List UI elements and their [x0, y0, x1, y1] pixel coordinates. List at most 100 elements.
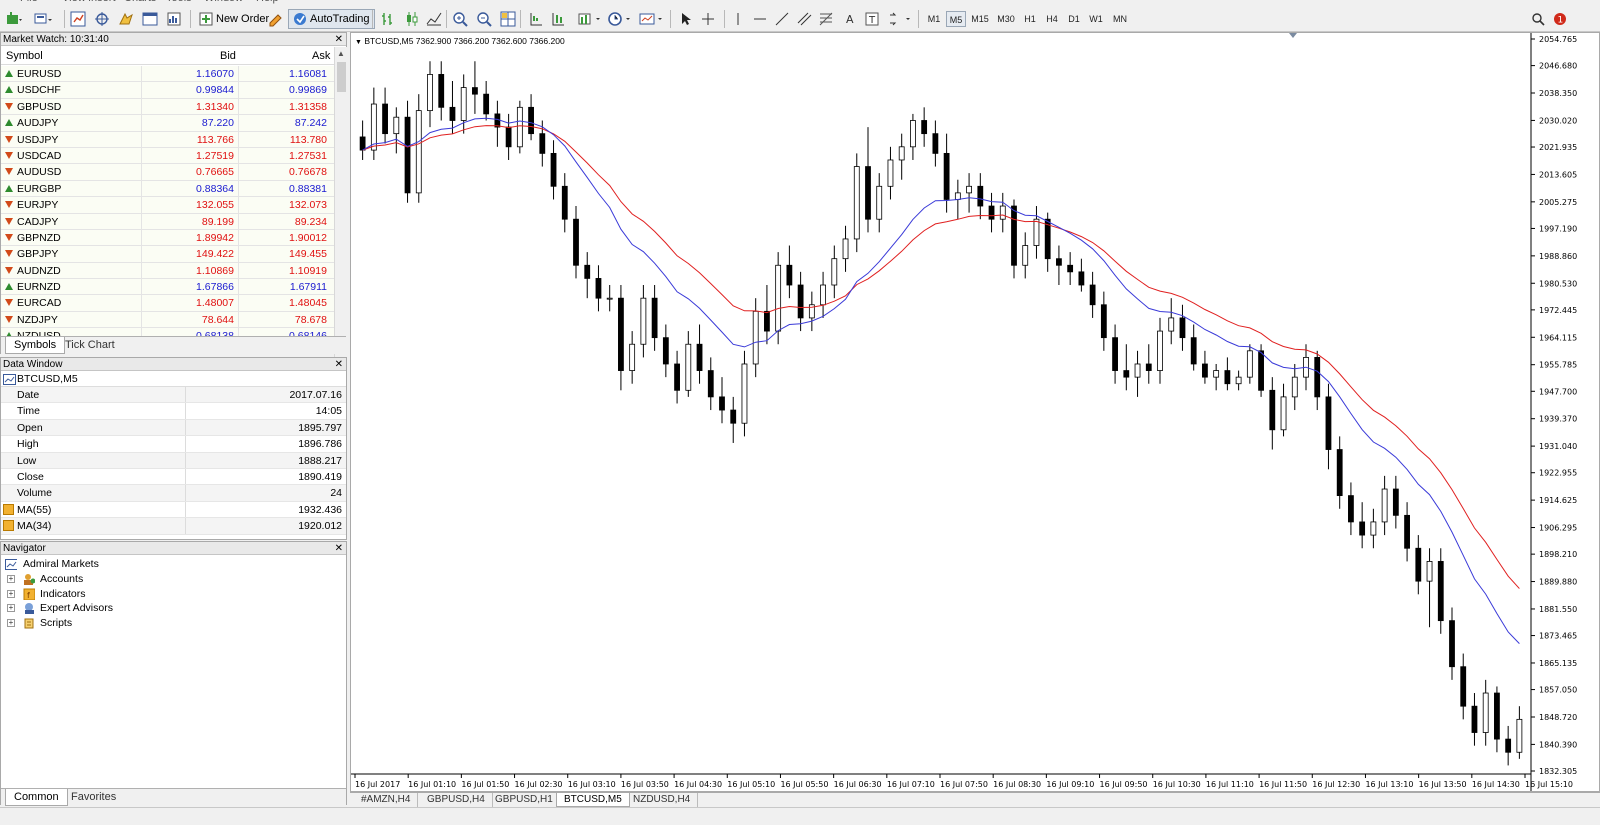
- zoom-out-icon[interactable]: [474, 9, 494, 29]
- auto-scroll-icon[interactable]: [548, 9, 568, 29]
- menu-insert[interactable]: Insert: [88, 0, 116, 4]
- timeframe-d1[interactable]: D1: [1064, 11, 1084, 27]
- navigator-item-accounts[interactable]: + Accounts: [1, 572, 346, 587]
- market-watch-row[interactable]: CADJPY 89.199 89.234: [1, 213, 334, 230]
- expand-icon[interactable]: +: [7, 589, 15, 598]
- tab-tick-chart[interactable]: Tick Chart: [57, 337, 123, 354]
- expand-icon[interactable]: +: [7, 619, 15, 628]
- navigator-icon[interactable]: [116, 9, 136, 29]
- cursor-icon[interactable]: [676, 9, 696, 29]
- col-bid[interactable]: Bid: [220, 50, 236, 62]
- chart-tab[interactable]: #AMZN,H4: [354, 793, 419, 807]
- chart-shift-icon[interactable]: [526, 9, 546, 29]
- text-label-icon[interactable]: T: [862, 9, 882, 29]
- candlestick-icon[interactable]: [402, 9, 422, 29]
- zoom-in-icon[interactable]: [450, 9, 470, 29]
- equidistant-channel-icon[interactable]: [794, 9, 814, 29]
- navigator-item-indicators[interactable]: + f Indicators: [1, 587, 346, 602]
- chart-tab[interactable]: BTCUSD,M5: [556, 793, 630, 807]
- y-tick-label: 1997.190: [1539, 224, 1577, 233]
- profiles-icon[interactable]: [34, 9, 54, 29]
- line-chart-icon[interactable]: [424, 9, 444, 29]
- candle-bear: [1011, 205, 1017, 266]
- timeframe-m15[interactable]: M15: [968, 11, 992, 27]
- chart-menu-arrow-icon[interactable]: ▼: [355, 39, 362, 46]
- market-watch-row[interactable]: USDJPY 113.766 113.780: [1, 131, 334, 148]
- scroll-up-icon[interactable]: ▲: [337, 49, 345, 58]
- arrows-icon[interactable]: [886, 9, 916, 29]
- chart-tab[interactable]: NZDUSD,H4: [626, 793, 699, 807]
- fibonacci-icon[interactable]: [816, 9, 836, 29]
- menu-charts[interactable]: Charts: [124, 0, 156, 4]
- text-icon[interactable]: A: [840, 9, 860, 29]
- market-watch-row[interactable]: EURGBP 0.88364 0.88381: [1, 180, 334, 198]
- navigator-item-expert-advisors[interactable]: + Expert Advisors: [1, 601, 346, 616]
- navigator-item-scripts[interactable]: + Scripts: [1, 616, 346, 631]
- symbol-name: EURCAD: [17, 297, 62, 310]
- templates-icon[interactable]: [638, 9, 668, 29]
- menu-view[interactable]: View: [62, 0, 86, 4]
- tab-favorites[interactable]: Favorites: [63, 789, 124, 806]
- market-watch-row[interactable]: EURNZD 1.67866 1.67911: [1, 279, 334, 296]
- menu-help[interactable]: Help: [256, 0, 279, 4]
- chart-tab[interactable]: GBPUSD,H1: [488, 793, 561, 807]
- price-chart[interactable]: 2054.765 2046.680 2038.350 2030.020 2021.935…: [351, 33, 1599, 791]
- timeframe-w1[interactable]: W1: [1086, 11, 1106, 27]
- market-watch-row[interactable]: EURCAD 1.48007 1.48045: [1, 295, 334, 312]
- menu-tools[interactable]: Tools: [166, 0, 192, 4]
- navigator-root[interactable]: Admiral Markets: [1, 557, 346, 572]
- close-icon[interactable]: ✕: [335, 358, 343, 371]
- metaeditor-icon[interactable]: [266, 9, 286, 29]
- chart-tab[interactable]: GBPUSD,H4: [420, 793, 493, 807]
- menu-window[interactable]: Window: [204, 0, 243, 4]
- market-watch-row[interactable]: NZDJPY 78.644 78.678: [1, 311, 334, 329]
- search-icon[interactable]: [1528, 9, 1548, 29]
- tab-common[interactable]: Common: [5, 789, 68, 806]
- new-chart-icon[interactable]: [4, 9, 24, 29]
- terminal-icon[interactable]: [140, 9, 160, 29]
- market-watch-row[interactable]: USDCAD 1.27519 1.27531: [1, 147, 334, 165]
- close-icon[interactable]: ✕: [335, 33, 343, 46]
- vertical-line-icon[interactable]: [728, 9, 748, 29]
- timeframe-m30[interactable]: M30: [994, 11, 1018, 27]
- timeframe-m1[interactable]: M1: [924, 11, 944, 27]
- tile-windows-icon[interactable]: [498, 9, 518, 29]
- horizontal-line-icon[interactable]: [750, 9, 770, 29]
- expand-icon[interactable]: +: [7, 574, 15, 583]
- bid-price: 1.48007: [196, 297, 234, 310]
- close-icon[interactable]: ✕: [335, 542, 343, 555]
- timeframe-h4[interactable]: H4: [1042, 11, 1062, 27]
- menu-file[interactable]: File: [20, 0, 38, 4]
- bar-chart-icon[interactable]: [378, 9, 398, 29]
- strategy-tester-icon[interactable]: [164, 9, 184, 29]
- notification-icon[interactable]: 1: [1550, 9, 1570, 29]
- scrollbar-thumb[interactable]: [337, 62, 346, 92]
- market-watch-icon[interactable]: [68, 9, 88, 29]
- market-watch-scrollbar[interactable]: ▲ ▼: [334, 47, 347, 368]
- market-watch-row[interactable]: AUDNZD 1.10869 1.10919: [1, 262, 334, 280]
- svg-text:1: 1: [1558, 16, 1564, 26]
- expand-icon[interactable]: +: [7, 604, 15, 613]
- crosshair-icon[interactable]: [698, 9, 718, 29]
- new-order-button[interactable]: New Order: [194, 9, 274, 29]
- col-ask[interactable]: Ask: [312, 50, 330, 62]
- timeframe-mn[interactable]: MN: [1108, 11, 1132, 27]
- indicators-list-icon[interactable]: [576, 9, 606, 29]
- autotrading-button[interactable]: AutoTrading: [288, 9, 375, 29]
- symbol-name: AUDNZD: [17, 264, 61, 277]
- timeframe-h1[interactable]: H1: [1020, 11, 1040, 27]
- market-watch-row[interactable]: GBPNZD 1.89942 1.90012: [1, 229, 334, 247]
- periods-clock-icon[interactable]: [606, 9, 636, 29]
- crosshair-target-icon[interactable]: [92, 9, 112, 29]
- market-watch-row[interactable]: EURJPY 132.055 132.073: [1, 197, 334, 214]
- chart-window[interactable]: 2054.765 2046.680 2038.350 2030.020 2021.935…: [350, 32, 1600, 792]
- market-watch-row[interactable]: AUDUSD 0.76665 0.76678: [1, 164, 334, 181]
- market-watch-row[interactable]: GBPJPY 149.422 149.455: [1, 246, 334, 263]
- trendline-icon[interactable]: [772, 9, 792, 29]
- market-watch-row[interactable]: GBPUSD 1.31340 1.31358: [1, 98, 334, 116]
- timeframe-m5[interactable]: M5: [946, 11, 966, 27]
- col-symbol[interactable]: Symbol: [6, 50, 43, 62]
- market-watch-row[interactable]: EURUSD 1.16070 1.16081: [1, 66, 334, 83]
- market-watch-row[interactable]: AUDJPY 87.220 87.242: [1, 115, 334, 132]
- market-watch-row[interactable]: USDCHF 0.99844 0.99869: [1, 82, 334, 99]
